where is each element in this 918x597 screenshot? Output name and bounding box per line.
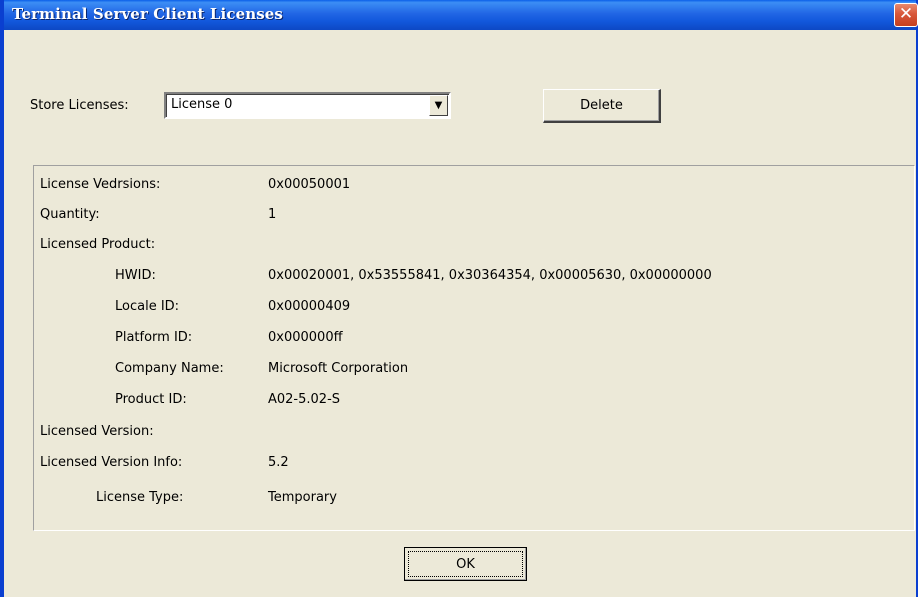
delete-button[interactable]: Delete: [543, 89, 661, 123]
license-versions-label: License Vedrsions:: [40, 177, 161, 192]
license-versions-value: 0x00050001: [268, 177, 351, 192]
company-name-value: Microsoft Corporation: [268, 361, 409, 376]
window-title: Terminal Server Client Licenses: [12, 5, 283, 23]
quantity-label: Quantity:: [40, 207, 100, 222]
product-id-label: Product ID:: [115, 392, 187, 407]
company-name-label: Company Name:: [115, 361, 224, 376]
title-bar[interactable]: Terminal Server Client Licenses ✕: [4, 0, 918, 30]
license-dialog: Terminal Server Client Licenses ✕ Store …: [0, 0, 918, 597]
locale-id-value: 0x00000409: [268, 299, 351, 314]
chevron-down-icon[interactable]: ▼: [429, 95, 448, 116]
hwid-value: 0x00020001, 0x53555841, 0x30364354, 0x00…: [268, 268, 712, 283]
licensed-version-label: Licensed Version:: [40, 424, 154, 439]
licensed-version-info-label: Licensed Version Info:: [40, 455, 183, 470]
licensed-version-info-value: 5.2: [268, 455, 289, 470]
hwid-label: HWID:: [115, 268, 156, 283]
platform-id-label: Platform ID:: [115, 330, 193, 345]
close-icon: ✕: [898, 4, 914, 24]
licensed-product-label: Licensed Product:: [40, 237, 156, 252]
product-id-value: A02-5.02-S: [268, 392, 341, 407]
license-type-value: Temporary: [268, 490, 337, 505]
platform-id-value: 0x000000ff: [268, 330, 343, 345]
license-details-panel: [33, 165, 915, 531]
ok-button-label: OK: [408, 551, 523, 577]
store-licenses-label: Store Licenses:: [30, 98, 129, 113]
locale-id-label: Locale ID:: [115, 299, 180, 314]
ok-button[interactable]: OK: [404, 547, 527, 581]
close-button[interactable]: ✕: [894, 3, 918, 27]
quantity-value: 1: [268, 207, 277, 222]
license-type-label: License Type:: [96, 490, 184, 505]
store-licenses-dropdown[interactable]: License 0 ▼: [164, 92, 451, 119]
store-licenses-selected: License 0: [171, 97, 233, 112]
